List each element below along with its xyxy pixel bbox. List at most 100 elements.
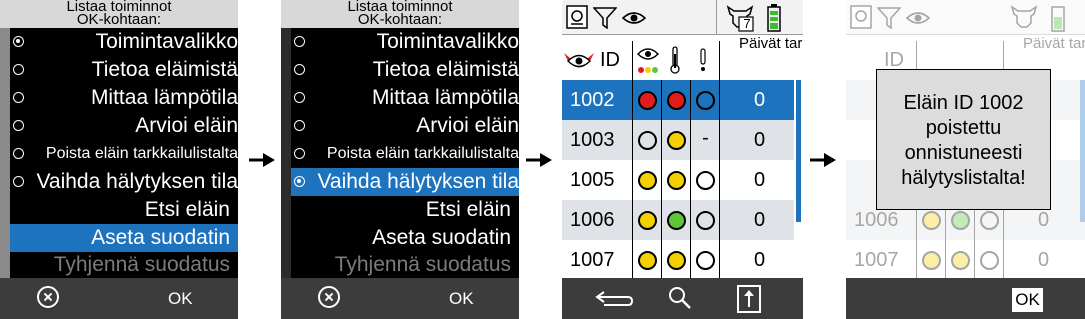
radio-icon [294, 92, 305, 103]
row-id: 1007 [854, 249, 899, 271]
eye-icon [622, 12, 646, 24]
table-row[interactable]: 1007 0 [562, 240, 794, 280]
radio-icon [294, 36, 305, 47]
menu-item-vaihda-halytyksen-tila[interactable]: Vaihda hälytyksen tila [10, 168, 238, 196]
menu-item-label: Aseta suodatin [372, 226, 511, 249]
menu-header: Listaa toiminnot OK-kohtaan: [0, 0, 238, 28]
filter-icon [877, 7, 901, 29]
radio-icon [294, 64, 305, 75]
ok-button[interactable]: OK [449, 278, 474, 319]
dialog-line1: Eläin ID 1002 [903, 92, 1024, 114]
row-id: 1006 [570, 209, 615, 231]
radio-icon [13, 176, 24, 187]
radio-icon [13, 120, 24, 131]
cancel-icon[interactable] [37, 286, 59, 308]
menu-item-mittaa-lampotila[interactable]: Mittaa lämpötila [10, 84, 238, 112]
row-id: 1007 [570, 249, 615, 271]
status-dot-empty [980, 211, 999, 230]
dialog-ok-button[interactable]: OK [1012, 288, 1043, 312]
radio-icon [294, 148, 305, 159]
status-dot-green [667, 211, 686, 230]
row-days: 0 [753, 129, 766, 151]
status-dot-yellow [667, 251, 686, 270]
column-header-days: Päivät tarkkailussa [1023, 35, 1085, 52]
search-icon[interactable] [668, 286, 692, 310]
table-row[interactable]: 1005 0 [562, 160, 794, 200]
column-divider [632, 41, 633, 278]
status-dot-empty [696, 171, 715, 190]
menu-item-label: Tyhjennä suodatus [53, 253, 230, 276]
menu-item-toimintavalikko[interactable]: Toimintavalikko [291, 28, 519, 56]
table-row[interactable]: 1002 0 [562, 80, 794, 120]
menu-item-arvioi-elain[interactable]: Arvioi eläin [10, 112, 238, 140]
menu-screen-2: Listaa toiminnot OK-kohtaan: Toimintaval… [281, 0, 519, 319]
radio-selected-icon [294, 176, 305, 187]
arrow-right-icon [249, 153, 275, 167]
menu-item-toimintavalikko[interactable]: Toimintavalikko [10, 28, 238, 56]
row-days: 0 [753, 249, 766, 271]
menu-item-aseta-suodatin[interactable]: Aseta suodatin [10, 224, 238, 252]
menu-item-vaihda-halytyksen-tila[interactable]: Vaihda hälytyksen tila [291, 168, 519, 196]
cancel-icon[interactable] [318, 286, 340, 308]
radio-icon [13, 64, 24, 75]
menu-item-poista-elain[interactable]: Poista eläin tarkkailulistalta [291, 140, 519, 168]
arrow-right-icon [526, 153, 552, 167]
menu-item-poista-elain[interactable]: Poista eläin tarkkailulistalta [10, 140, 238, 168]
menu-item-label: Toimintavalikko [376, 30, 519, 53]
toolbar-divider [716, 0, 717, 34]
softkey-bar: OK [281, 278, 519, 319]
menu-item-mittaa-lampotila[interactable]: Mittaa lämpötila [291, 84, 519, 112]
menu-item-label: Arvioi eläin [416, 114, 519, 137]
list-view-icon[interactable] [566, 5, 588, 29]
scrollbar [1080, 80, 1085, 222]
top-toolbar: 7 [562, 0, 803, 35]
arrow-right-icon [810, 153, 836, 167]
upload-icon[interactable] [737, 285, 761, 313]
menu-item-label: Poista eläin tarkkailulistalta [326, 145, 519, 162]
menu-item-tietoa-elaimista[interactable]: Tietoa eläimistä [291, 56, 519, 84]
background-edge [0, 28, 10, 278]
menu-item-label: Tyhjennä suodatus [334, 253, 511, 276]
menu-item-label: Aseta suodatin [91, 226, 230, 249]
radio-icon [13, 148, 24, 159]
dialog-line2: poistettu [925, 117, 1002, 139]
menu-item-aseta-suodatin[interactable]: Aseta suodatin [291, 224, 519, 252]
table-row[interactable]: 1003 - 0 [562, 120, 794, 160]
filter-icon[interactable] [593, 7, 617, 29]
status-dot-red [667, 91, 686, 110]
softkey-bar [562, 278, 803, 319]
back-arrow-icon[interactable] [594, 289, 634, 309]
menu-item-etsi-elain[interactable]: Etsi eläin [291, 196, 519, 224]
menu-item-tyhjenna-suodatus[interactable]: Tyhjennä suodatus [10, 252, 238, 278]
list-view-icon [850, 5, 872, 29]
status-dot-empty [696, 211, 715, 230]
menu-item-tyhjenna-suodatus[interactable]: Tyhjennä suodatus [291, 252, 519, 278]
menu-header-line2: OK-kohtaan: [357, 11, 443, 28]
status-dot-yellow [922, 251, 941, 270]
status-dot-yellow [667, 171, 686, 190]
menu-item-label: Vaihda hälytyksen tila [317, 170, 519, 193]
menu-item-arvioi-elain[interactable]: Arvioi eläin [291, 112, 519, 140]
cow-icon [1010, 5, 1038, 28]
column-header-id: ID [600, 49, 620, 71]
menu-item-tietoa-elaimista[interactable]: Tietoa eläimistä [10, 56, 238, 84]
warning-icon [700, 48, 706, 71]
menu-item-label: Toimintavalikko [95, 30, 238, 53]
row-days: 0 [753, 169, 766, 191]
row-days: 0 [1037, 209, 1050, 231]
menu-item-label: Poista eläin tarkkailulistalta [45, 145, 238, 162]
column-divider [661, 80, 662, 278]
ok-button[interactable]: OK [168, 278, 193, 319]
menu-item-label: Tietoa eläimistä [91, 58, 238, 81]
status-dot-empty [980, 251, 999, 270]
scrollbar[interactable] [796, 80, 801, 222]
menu-item-label: Mittaa lämpötila [90, 86, 238, 109]
column-divider [719, 41, 720, 278]
status-dot-red [638, 91, 657, 110]
table-row: 1007 0 [846, 240, 1085, 280]
status-dot-empty [638, 131, 657, 150]
thermometer-icon [670, 46, 680, 74]
menu-item-etsi-elain[interactable]: Etsi eläin [10, 196, 238, 224]
menu-item-label: Arvioi eläin [135, 114, 238, 137]
table-row[interactable]: 1006 0 [562, 200, 794, 240]
